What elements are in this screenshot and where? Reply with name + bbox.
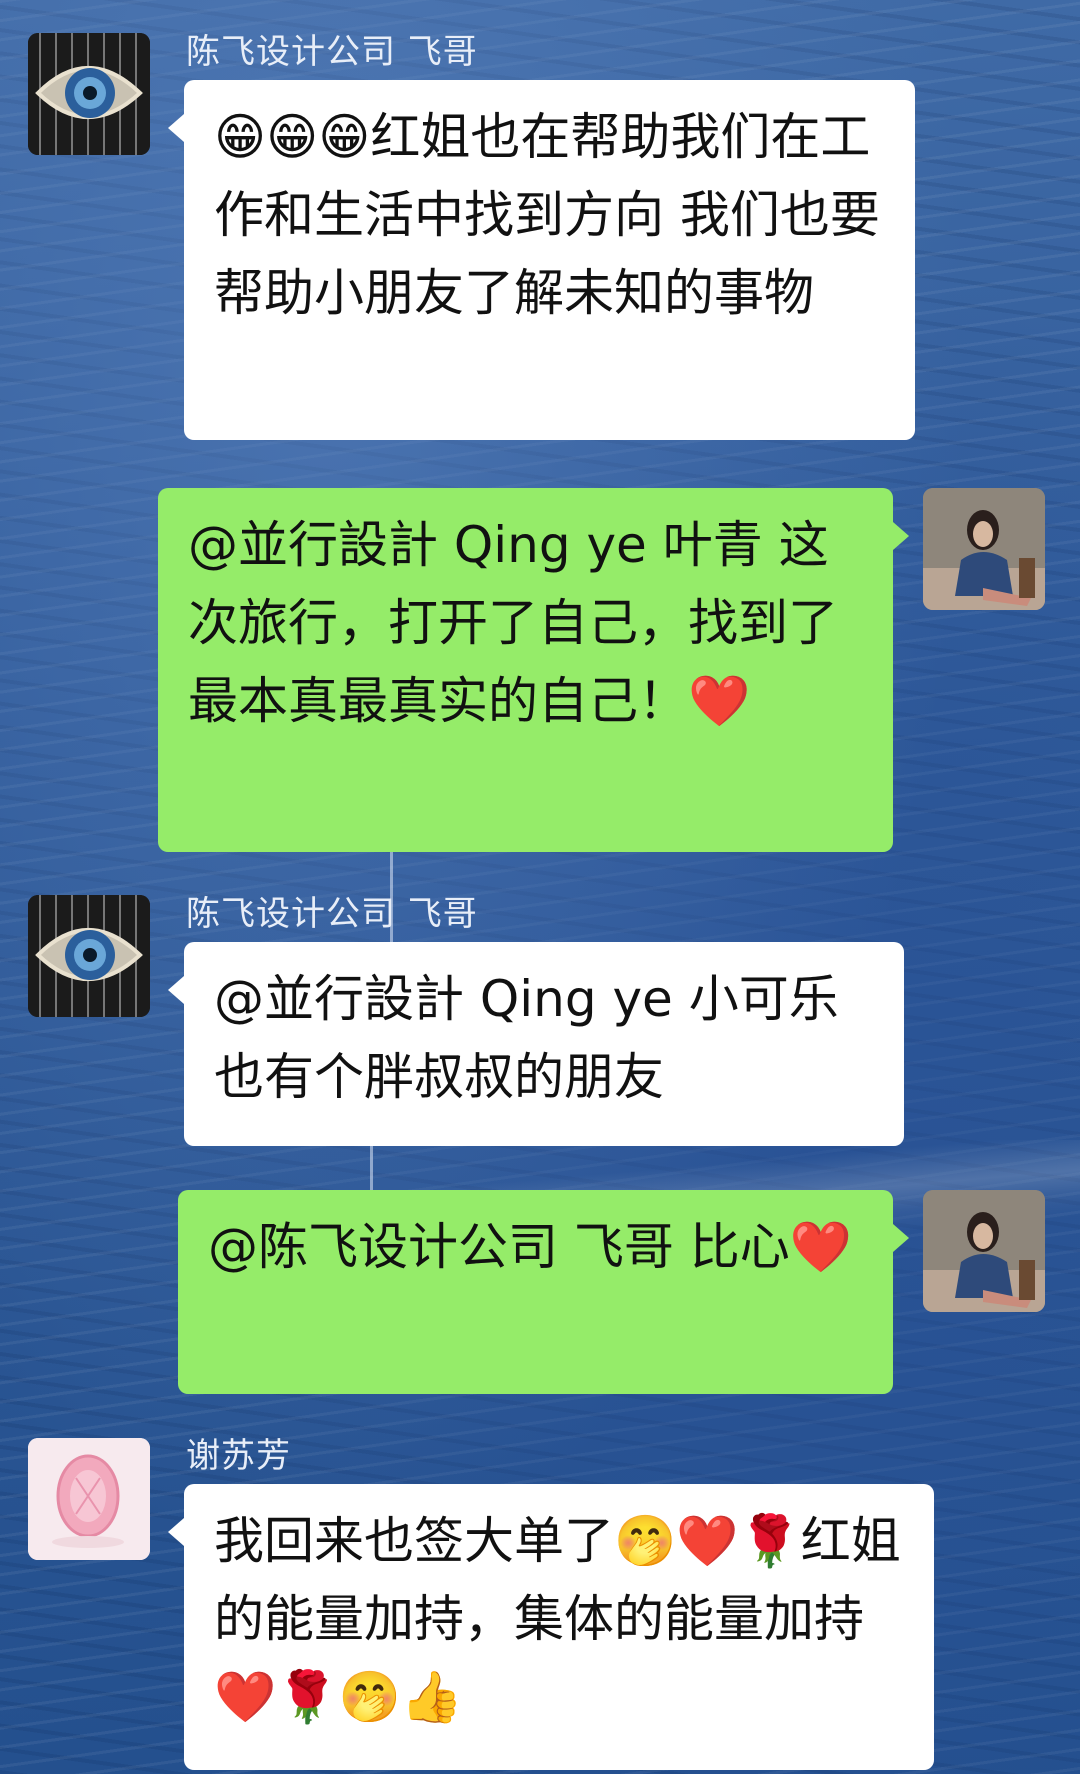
message-bubble[interactable]: @並行設計 Qing ye 小可乐也有个胖叔叔的朋友 <box>168 942 904 1146</box>
sender-name: 陈飞设计公司 飞哥 <box>186 894 478 934</box>
avatar[interactable] <box>923 488 1045 610</box>
message-bubble[interactable]: 我回来也签大单了🤭❤️🌹红姐的能量加持，集体的能量加持❤️🌹🤭👍 <box>168 1484 934 1770</box>
avatar[interactable] <box>28 895 150 1017</box>
sender-name: 谢苏芳 <box>186 1436 291 1476</box>
avatar[interactable] <box>28 33 150 155</box>
eye-art-icon <box>28 33 150 155</box>
message-bubble[interactable]: @陈飞设计公司 飞哥 比心❤️ <box>178 1190 909 1394</box>
eye-art-icon <box>28 895 150 1017</box>
avatar[interactable] <box>28 1438 150 1560</box>
woman-portrait-icon <box>923 488 1045 610</box>
avatar[interactable] <box>923 1190 1045 1312</box>
woman-portrait-icon <box>923 1190 1045 1312</box>
message-bubble[interactable]: @並行設計 Qing ye 叶青 这次旅行，打开了自己，找到了最本真最真实的自己… <box>158 488 909 852</box>
pink-gem-icon <box>28 1438 150 1560</box>
sender-name: 陈飞设计公司 飞哥 <box>186 32 478 72</box>
message-bubble[interactable]: 😁😁😁红姐也在帮助我们在工作和生活中找到方向 我们也要帮助小朋友了解未知的事物 <box>168 80 915 440</box>
